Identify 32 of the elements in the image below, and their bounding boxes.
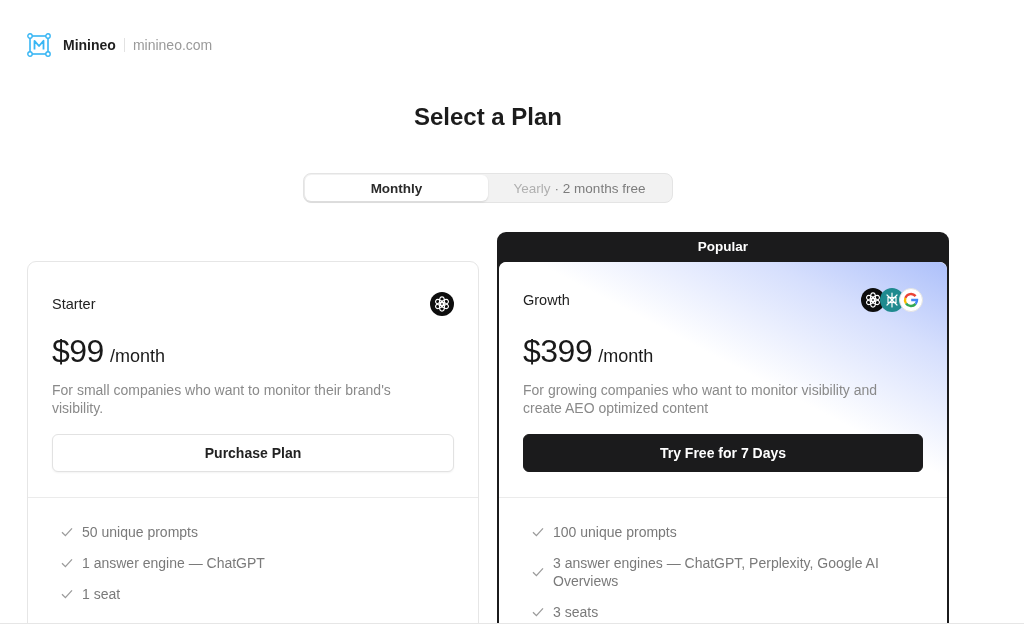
discount-note: · 2 months free — [554, 180, 646, 196]
knot-logo-icon — [430, 292, 454, 316]
check-icon — [61, 527, 73, 537]
plan-description: For small companies who want to monitor their brand's visibility. — [52, 381, 392, 417]
plan-price: $99 — [52, 333, 104, 370]
brand-name: Minineo — [63, 37, 116, 53]
check-icon — [532, 527, 544, 537]
plan-description: For growing companies who want to monitor visibility and create AEO optimized content — [523, 381, 879, 417]
g-logo-icon — [899, 288, 923, 312]
feature-text: 50 unique prompts — [82, 523, 198, 541]
purchase-button[interactable]: Purchase Plan — [52, 434, 454, 472]
price-period: /month — [598, 346, 654, 367]
trial-button[interactable]: Try Free for 7 Days — [523, 434, 923, 472]
plan-name: Growth — [523, 292, 570, 308]
feature-text: 3 answer engines — ChatGPT, Perplexity, Google AI Overviews — [553, 554, 880, 590]
page-title: Select a Plan — [413, 103, 563, 131]
plan-name: Starter — [52, 296, 96, 312]
billing-tab[interactable]: Monthly — [305, 175, 488, 201]
check-icon — [61, 558, 73, 568]
brand-domain: minineo.com — [132, 37, 213, 53]
feature-text: 100 unique prompts — [553, 523, 677, 541]
logo-icon — [27, 33, 51, 57]
check-icon — [532, 567, 544, 577]
price-period: /month — [109, 346, 165, 367]
billing-tab[interactable]: Yearly · 2 months free — [488, 175, 671, 201]
feature-text: 1 seat — [82, 585, 121, 603]
feature-text: 1 answer engine — ChatGPT — [82, 554, 265, 572]
popular-label: Popular — [696, 238, 750, 256]
check-icon — [61, 589, 73, 599]
check-icon — [532, 607, 544, 617]
plan-price: $399 — [523, 333, 593, 370]
feature-text: 3 seats — [553, 603, 599, 621]
